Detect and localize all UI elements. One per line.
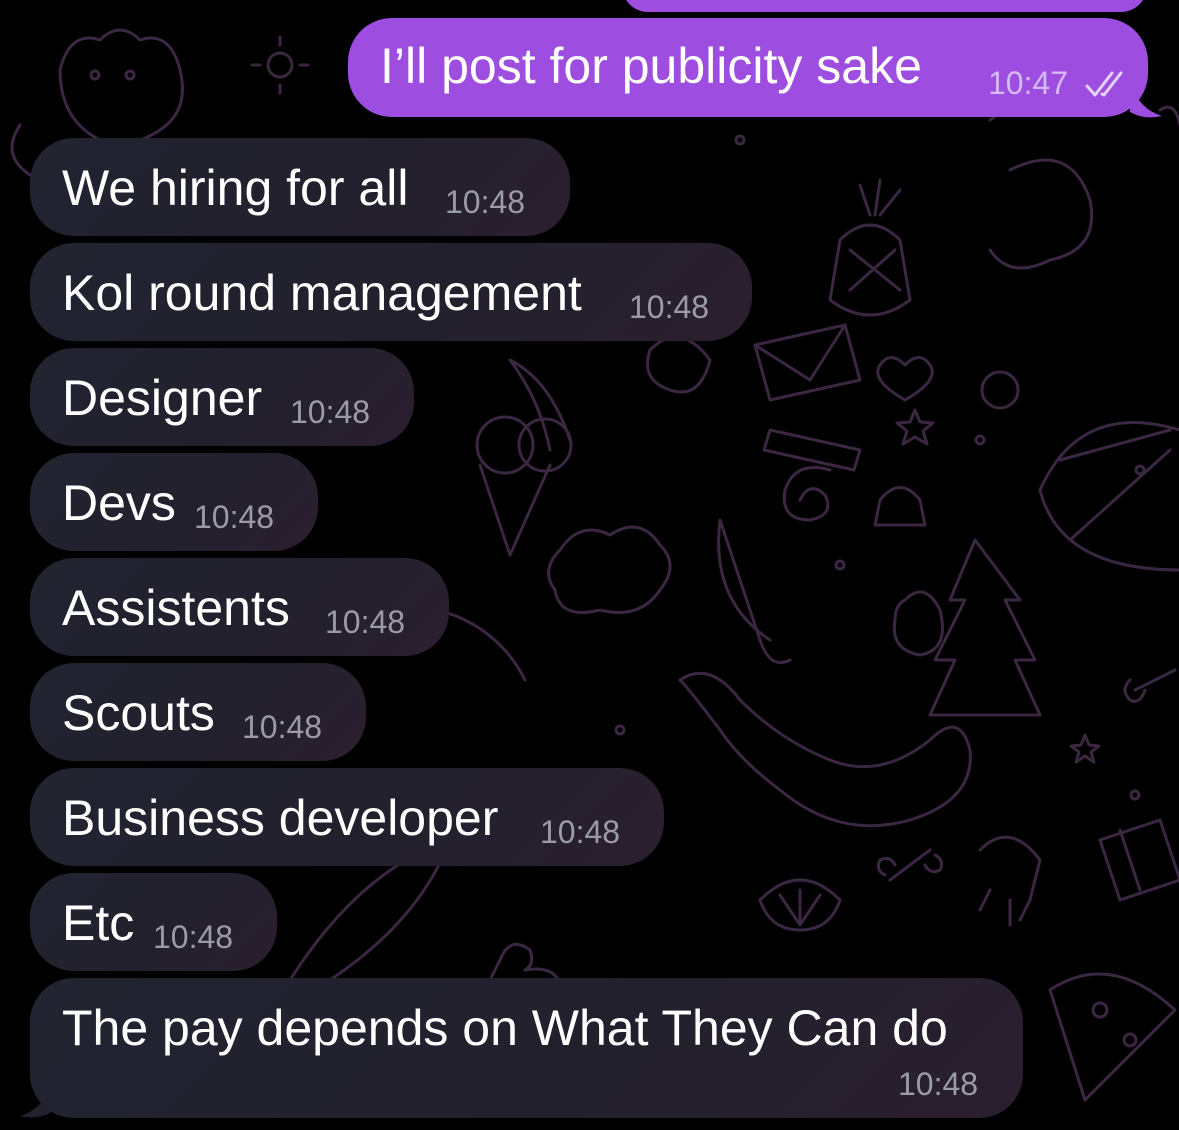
message-time: 10:48: [153, 919, 234, 955]
incoming-message-bubble[interactable]: Kol round management 10:48: [30, 243, 752, 341]
message-time: 10:48: [325, 604, 406, 640]
incoming-message-bubble[interactable]: Scouts 10:48: [30, 663, 366, 761]
message-text: I’ll post for publicity sake: [380, 38, 922, 94]
message-text: Designer: [62, 370, 263, 426]
message-text: Kol round management: [62, 265, 582, 321]
message-time: 10:48: [629, 289, 710, 325]
message-text: Scouts: [62, 685, 215, 741]
message-text: Etc: [62, 895, 135, 951]
outgoing-bubble-tail: [1130, 78, 1162, 118]
message-text: Assistents: [62, 580, 290, 636]
message-time: 10:48: [540, 814, 621, 850]
incoming-message-bubble[interactable]: Etc 10:48: [30, 873, 277, 971]
message-text: The pay depends on What They Can do: [62, 1000, 948, 1056]
message-time: 10:47: [988, 65, 1069, 101]
message-time: 10:48: [194, 499, 275, 535]
message-text: Business developer: [62, 790, 499, 846]
previous-outgoing-bubble: [622, 0, 1147, 12]
incoming-message-bubble[interactable]: We hiring for all 10:48: [30, 138, 570, 236]
message-time: 10:48: [242, 709, 323, 745]
incoming-message-bubble[interactable]: Assistents 10:48: [30, 558, 449, 656]
message-time: 10:48: [445, 184, 526, 220]
message-text: Devs: [62, 475, 176, 531]
incoming-message-bubble[interactable]: Designer 10:48: [30, 348, 414, 446]
double-check-read-icon: [1085, 71, 1123, 97]
message-time: 10:48: [898, 1066, 979, 1102]
incoming-message-bubble[interactable]: Devs 10:48: [30, 453, 318, 551]
outgoing-message-bubble[interactable]: I’ll post for publicity sake 10:47: [348, 18, 1148, 117]
incoming-message-bubble[interactable]: The pay depends on What They Can do 10:4…: [30, 978, 1023, 1118]
incoming-message-bubble[interactable]: Business developer 10:48: [30, 768, 664, 866]
message-text: We hiring for all: [62, 160, 409, 216]
message-time: 10:48: [290, 394, 371, 430]
incoming-bubble-tail: [20, 1078, 52, 1118]
